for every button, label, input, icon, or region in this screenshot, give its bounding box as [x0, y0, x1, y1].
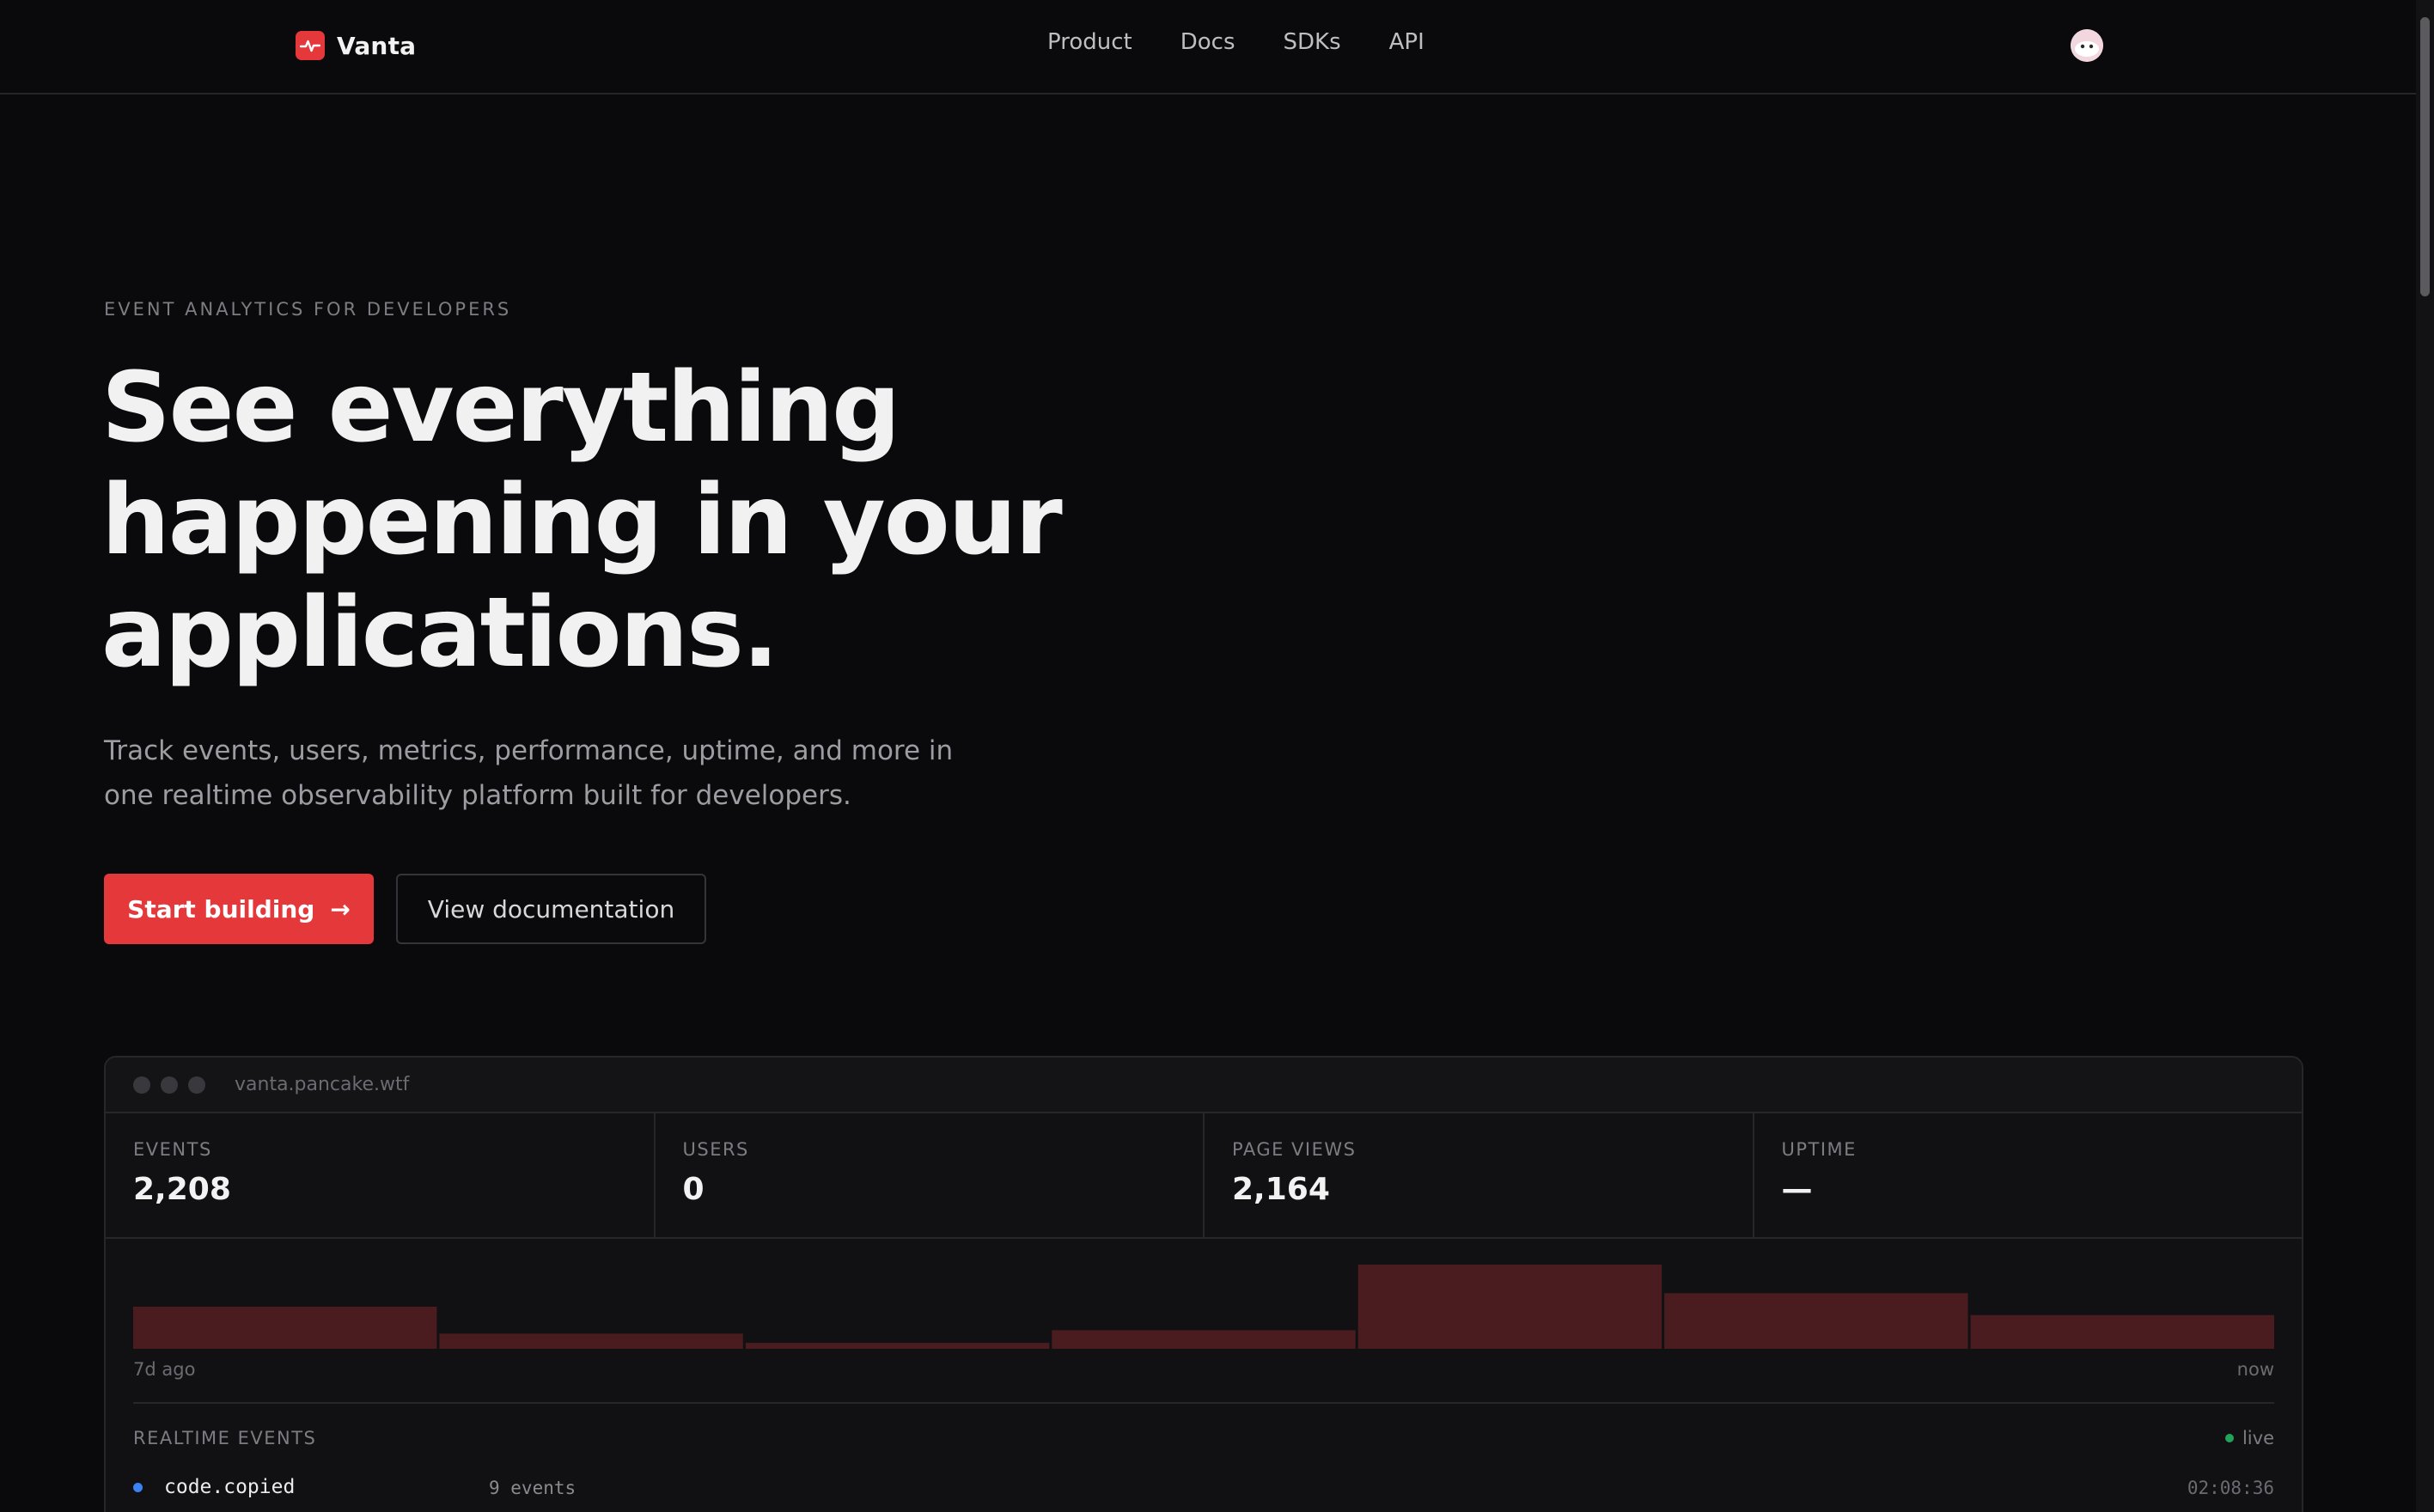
realtime-title: REALTIME EVENTS [133, 1428, 317, 1448]
subcopy-line-2: one realtime observability platform buil… [104, 780, 851, 811]
headline-line-1: See everything [101, 352, 900, 464]
avatar[interactable] [2071, 29, 2103, 62]
preview-url: vanta.pancake.wtf [235, 1074, 410, 1095]
chart-bar-1 [439, 1333, 743, 1349]
hero-eyebrow: EVENT ANALYTICS FOR DEVELOPERS [104, 299, 512, 320]
chart-bar-5 [1664, 1293, 1968, 1349]
window-dot-icon [161, 1076, 178, 1094]
stat-value: 2,164 [1232, 1172, 1330, 1207]
stat-label: EVENTS [133, 1139, 212, 1160]
live-label: live [2242, 1428, 2274, 1448]
page: Vanta Product Docs SDKs API EVENT ANALYT… [0, 0, 2434, 1512]
stat-value: 0 [682, 1172, 705, 1207]
chart-axis-end: now [2236, 1359, 2274, 1380]
headline-line-2: happening in your [101, 465, 1063, 576]
start-building-button[interactable]: Start building → [104, 874, 374, 944]
nav-link-docs[interactable]: Docs [1180, 29, 1235, 55]
window-dot-icon [188, 1076, 205, 1094]
headline-line-3: applications. [101, 577, 778, 689]
events-chart-svg [133, 1265, 2274, 1349]
event-dot-icon [133, 1483, 143, 1492]
scrollbar[interactable] [2416, 0, 2434, 1512]
stat-label: UPTIME [1781, 1139, 1857, 1160]
stat-value: 2,208 [133, 1172, 231, 1207]
events-chart: 7d ago now [133, 1239, 2274, 1404]
event-count: 9 events [489, 1478, 576, 1498]
nav-link-sdks[interactable]: SDKs [1284, 29, 1341, 55]
dashboard-preview: vanta.pancake.wtf EVENTS 2,208 USERS 0 P… [104, 1056, 2303, 1512]
arrow-right-icon: → [330, 894, 351, 924]
stats-row: EVENTS 2,208 USERS 0 PAGE VIEWS 2,164 UP… [106, 1113, 2302, 1239]
stat-uptime: UPTIME — [1754, 1113, 2303, 1237]
chart-bar-3 [1052, 1330, 1356, 1349]
window-dot-icon [133, 1076, 150, 1094]
view-documentation-button[interactable]: View documentation [396, 874, 706, 944]
chart-bar-0 [133, 1307, 437, 1349]
nav-link-product[interactable]: Product [1047, 29, 1132, 55]
stat-value: — [1781, 1172, 1813, 1207]
stat-label: PAGE VIEWS [1232, 1139, 1357, 1160]
start-building-label: Start building [127, 894, 315, 924]
chart-bar-6 [1970, 1314, 2274, 1349]
chart-bar-4 [1357, 1265, 1662, 1349]
live-dot-icon [2224, 1434, 2234, 1442]
stat-users: USERS 0 [656, 1113, 1205, 1237]
hero-subcopy: Track events, users, metrics, performanc… [104, 729, 1015, 818]
scrollbar-thumb[interactable] [2420, 17, 2430, 296]
hero-headline: See everything happening in your applica… [101, 352, 1132, 690]
brand-name: Vanta [337, 31, 417, 60]
event-time: 02:08:36 [2187, 1478, 2274, 1498]
top-nav: Vanta Product Docs SDKs API [0, 0, 2416, 94]
realtime-header: REALTIME EVENTS live [133, 1404, 2274, 1455]
event-name: code.copied [164, 1476, 296, 1498]
live-indicator: live [2224, 1428, 2274, 1448]
brand-link[interactable]: Vanta [296, 31, 416, 60]
preview-window-bar: vanta.pancake.wtf [106, 1058, 2302, 1113]
subcopy-line-1: Track events, users, metrics, performanc… [104, 735, 954, 766]
chart-bar-2 [745, 1343, 1050, 1349]
nav-link-api[interactable]: API [1389, 29, 1424, 55]
pulse-icon [296, 31, 325, 60]
nav-links: Product Docs SDKs API [1047, 29, 1424, 55]
stat-label: USERS [682, 1139, 749, 1160]
stat-page-views: PAGE VIEWS 2,164 [1205, 1113, 1754, 1237]
stat-events: EVENTS 2,208 [106, 1113, 656, 1237]
list-item[interactable]: code.copied 9 events 02:08:36 [133, 1455, 2274, 1507]
chart-axis-start: 7d ago [133, 1359, 196, 1380]
pancake-avatar-icon [2071, 29, 2103, 62]
